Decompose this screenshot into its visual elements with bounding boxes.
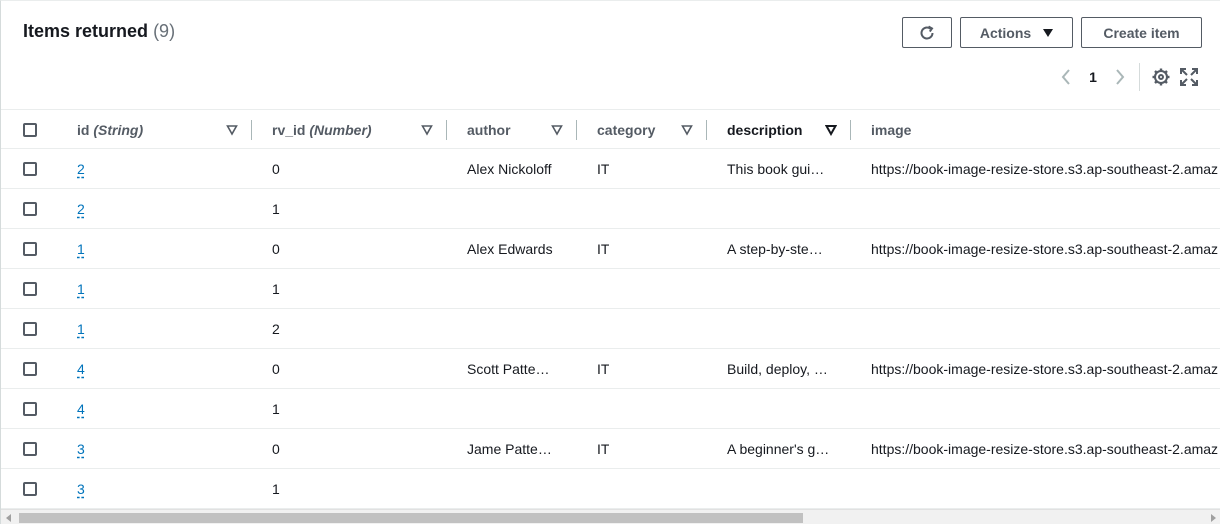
- table-row[interactable]: 4 1: [1, 389, 1220, 429]
- rv-id-cell: 0: [272, 161, 280, 177]
- id-link[interactable]: 4: [77, 349, 85, 389]
- id-link[interactable]: 4: [77, 389, 85, 429]
- category-cell: IT: [597, 161, 610, 177]
- author-cell: Scott Patte…: [467, 361, 550, 377]
- table-row[interactable]: 1 2: [1, 309, 1220, 349]
- select-all-checkbox[interactable]: [23, 123, 37, 137]
- column-header-author[interactable]: author: [467, 110, 511, 150]
- row-checkbox[interactable]: [23, 322, 37, 336]
- actions-button[interactable]: Actions: [960, 17, 1073, 48]
- image-cell: https://book-image-resize-store.s3.ap-so…: [871, 161, 1219, 177]
- rv-id-cell: 0: [272, 441, 280, 457]
- description-cell: This book gui…: [727, 161, 825, 177]
- id-link[interactable]: 3: [77, 429, 85, 469]
- description-cell: Build, deploy, …: [727, 361, 828, 377]
- rv-id-cell: 1: [272, 281, 280, 297]
- row-checkbox[interactable]: [23, 482, 37, 496]
- horizontal-scrollbar[interactable]: [1, 509, 1220, 524]
- create-item-label: Create item: [1103, 24, 1180, 41]
- column-divider[interactable]: [706, 120, 707, 140]
- row-checkbox[interactable]: [23, 282, 37, 296]
- column-divider[interactable]: [576, 120, 577, 140]
- scrollbar-thumb[interactable]: [19, 513, 803, 523]
- item-count: (9): [153, 21, 176, 41]
- row-checkbox[interactable]: [23, 202, 37, 216]
- description-cell: A step-by-ste…: [727, 241, 823, 257]
- author-cell: Alex Edwards: [467, 241, 553, 257]
- row-checkbox[interactable]: [23, 442, 37, 456]
- gear-icon[interactable]: [1151, 67, 1171, 87]
- sort-icon[interactable]: [421, 124, 433, 136]
- image-cell: https://book-image-resize-store.s3.ap-so…: [871, 361, 1219, 377]
- rv-id-cell: 1: [272, 201, 280, 217]
- rv-id-cell: 0: [272, 241, 280, 257]
- column-divider[interactable]: [446, 120, 447, 140]
- fullscreen-icon[interactable]: [1180, 68, 1198, 86]
- sort-icon[interactable]: [226, 124, 238, 136]
- create-item-button[interactable]: Create item: [1081, 17, 1202, 48]
- rv-id-cell: 1: [272, 481, 280, 497]
- table-row[interactable]: 4 0 Scott Patte… IT Build, deploy, … htt…: [1, 349, 1220, 389]
- category-cell: IT: [597, 441, 610, 457]
- column-header-rv-id[interactable]: rv_id (Number): [272, 110, 372, 150]
- scroll-right-icon[interactable]: [1211, 514, 1216, 522]
- description-cell: A beginner's g…: [727, 441, 830, 457]
- column-header-id[interactable]: id (String): [77, 110, 143, 150]
- page-title: Items returned (9): [23, 21, 175, 42]
- table-row[interactable]: 3 1: [1, 469, 1220, 509]
- column-header-image[interactable]: image: [871, 110, 911, 150]
- items-panel: Items returned (9) Actions Create item 1: [0, 0, 1220, 524]
- author-cell: Alex Nickoloff: [467, 161, 552, 177]
- table-row[interactable]: 2 1: [1, 189, 1220, 229]
- refresh-button[interactable]: [902, 17, 952, 48]
- category-cell: IT: [597, 241, 610, 257]
- column-divider[interactable]: [251, 120, 252, 140]
- page-number[interactable]: 1: [1087, 65, 1099, 89]
- row-checkbox[interactable]: [23, 362, 37, 376]
- rv-id-cell: 1: [272, 401, 280, 417]
- table-row[interactable]: 1 1: [1, 269, 1220, 309]
- caret-down-icon: [1043, 28, 1054, 37]
- table-row[interactable]: 2 0 Alex Nickoloff IT This book gui… htt…: [1, 149, 1220, 189]
- rv-id-cell: 0: [272, 361, 280, 377]
- pager-divider: [1139, 63, 1140, 91]
- id-link[interactable]: 3: [77, 469, 85, 509]
- table-row[interactable]: 1 0 Alex Edwards IT A step-by-ste… https…: [1, 229, 1220, 269]
- id-link[interactable]: 1: [77, 229, 85, 269]
- id-link[interactable]: 2: [77, 189, 85, 229]
- id-link[interactable]: 1: [77, 269, 85, 309]
- rv-id-cell: 2: [272, 321, 280, 337]
- refresh-icon: [920, 25, 934, 39]
- previous-page-icon[interactable]: [1059, 65, 1073, 89]
- row-checkbox[interactable]: [23, 402, 37, 416]
- image-cell: https://book-image-resize-store.s3.ap-so…: [871, 441, 1219, 457]
- sort-icon[interactable]: [551, 124, 563, 136]
- table-header: id (String) rv_id (Number) author catego…: [1, 109, 1220, 149]
- image-cell: https://book-image-resize-store.s3.ap-so…: [871, 241, 1219, 257]
- actions-label: Actions: [979, 24, 1032, 41]
- sort-icon[interactable]: [681, 124, 693, 136]
- row-checkbox[interactable]: [23, 162, 37, 176]
- scroll-left-icon[interactable]: [6, 514, 11, 522]
- row-checkbox[interactable]: [23, 242, 37, 256]
- table-row[interactable]: 3 0 Jame Patte… IT A beginner's g… https…: [1, 429, 1220, 469]
- column-divider[interactable]: [850, 120, 851, 140]
- sort-active-icon[interactable]: [825, 124, 837, 136]
- category-cell: IT: [597, 361, 610, 377]
- author-cell: Jame Patte…: [467, 441, 552, 457]
- next-page-icon[interactable]: [1113, 65, 1127, 89]
- title-text: Items returned: [23, 21, 149, 41]
- id-link[interactable]: 1: [77, 309, 85, 349]
- column-header-description[interactable]: description: [727, 110, 802, 150]
- column-header-category[interactable]: category: [597, 110, 655, 150]
- id-link[interactable]: 2: [77, 149, 85, 189]
